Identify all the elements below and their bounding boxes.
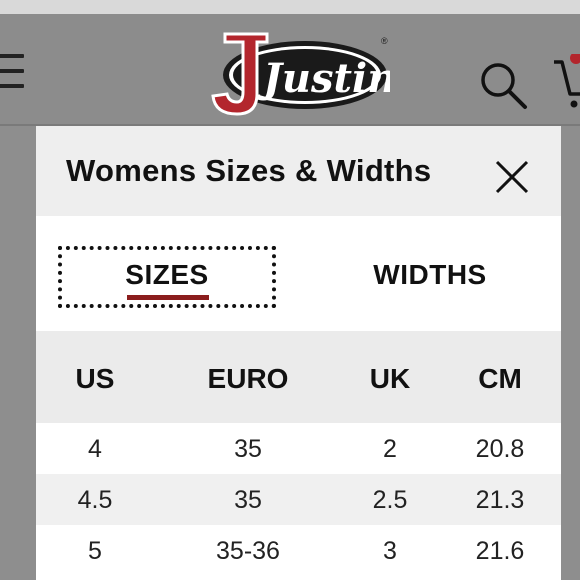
search-icon[interactable] [478,60,530,112]
cell-uk: 2 [383,435,397,463]
cell-us: 4 [88,435,102,463]
svg-text:®: ® [381,36,388,46]
table-row: 4.5 35 2.5 21.3 [36,474,561,525]
cell-uk: 3 [383,537,397,565]
tabs-bar: SIZES WIDTHS [36,216,561,331]
cart-icon[interactable] [552,52,580,110]
tab-widths[interactable]: WIDTHS [336,246,524,308]
column-header-uk: UK [369,363,411,394]
cell-cm: 21.3 [475,486,525,514]
close-icon[interactable] [491,156,533,198]
column-header-euro: EURO [207,363,289,394]
size-chart-modal: Womens Sizes & Widths SIZES WIDTHS US EU… [36,126,561,580]
modal-title: Womens Sizes & Widths [66,153,432,188]
modal-header: Womens Sizes & Widths [36,126,561,216]
column-header-us: US [75,363,115,394]
site-header: Justin ® [0,14,580,126]
tab-sizes[interactable]: SIZES [58,246,276,308]
cell-cm: 21.6 [475,537,525,565]
table-row: 4 35 2 20.8 [36,423,561,474]
logo-text: Justin [256,55,390,102]
table-header-row: US EURO UK CM [36,331,561,423]
brand-logo[interactable]: Justin ® [205,22,396,122]
cell-uk: 2.5 [372,486,408,514]
tab-widths-label: WIDTHS [373,259,487,290]
tab-sizes-label: SIZES [125,259,209,290]
cell-us: 4.5 [77,486,113,514]
active-tab-underline [127,295,209,300]
cell-cm: 20.8 [475,435,525,463]
table-row: 5 35-36 3 21.6 [36,525,561,576]
cell-euro: 35 [234,486,262,514]
column-header-cm: CM [478,363,522,394]
hamburger-icon[interactable] [0,54,24,94]
cell-euro: 35-36 [216,537,280,565]
size-table: US EURO UK CM 4 35 2 20.8 4.5 35 2.5 21.… [36,331,561,576]
cell-us: 5 [88,537,102,565]
cell-euro: 35 [234,435,262,463]
top-strip [0,0,580,14]
